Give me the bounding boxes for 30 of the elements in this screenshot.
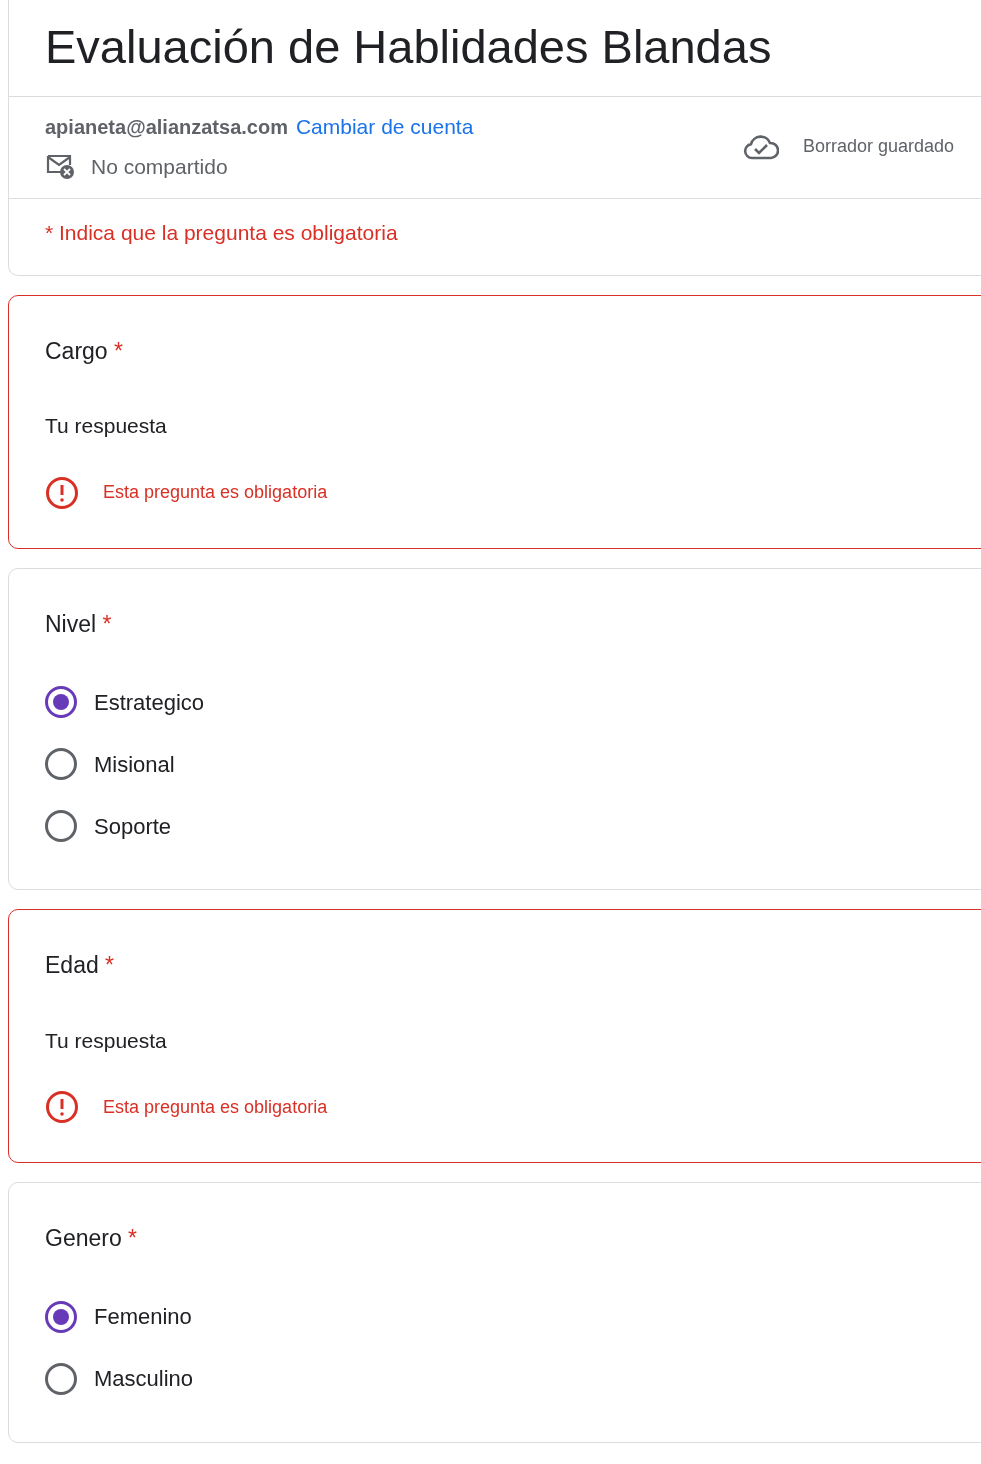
radio-button[interactable] (45, 1300, 77, 1333)
radio-button[interactable] (45, 810, 77, 843)
cloud-check-icon (742, 133, 779, 160)
mail-blocked-icon (45, 152, 75, 181)
radio-button[interactable] (45, 748, 77, 781)
radio-button[interactable] (45, 686, 77, 719)
form-title: Evaluación de Hablidades Blandas (9, 0, 981, 98)
required-asterisk: * (114, 337, 123, 364)
required-asterisk: * (128, 1225, 138, 1252)
required-note: * Indica que la pregunta es obligatoria (44, 220, 399, 247)
required-asterisk: * (102, 610, 112, 637)
switch-account-link[interactable]: Cambiar de cuenta (295, 111, 474, 143)
radio-button[interactable] (45, 1362, 77, 1395)
option-label: Masculino (94, 1365, 194, 1394)
error-message: Esta pregunta es obligatoria (103, 481, 328, 505)
draft-status: Borrador guardado (802, 135, 954, 159)
account-email: apianeta@alianzatsa.com (45, 115, 288, 141)
error-message: Esta pregunta es obligatoria (103, 1095, 328, 1119)
sharing-status: No compartido (91, 153, 228, 180)
option-label: Estrategico (94, 688, 205, 717)
question-title: Genero (45, 1225, 122, 1252)
error-icon (45, 475, 79, 510)
option-label: Soporte (94, 812, 172, 841)
question-title: Edad (45, 952, 99, 979)
error-icon (45, 1090, 79, 1125)
question-title: Cargo (45, 337, 108, 364)
option-label: Femenino (94, 1303, 192, 1332)
option-label: Misional (94, 750, 175, 779)
required-asterisk: * (105, 952, 115, 979)
question-title: Nivel (45, 610, 97, 637)
